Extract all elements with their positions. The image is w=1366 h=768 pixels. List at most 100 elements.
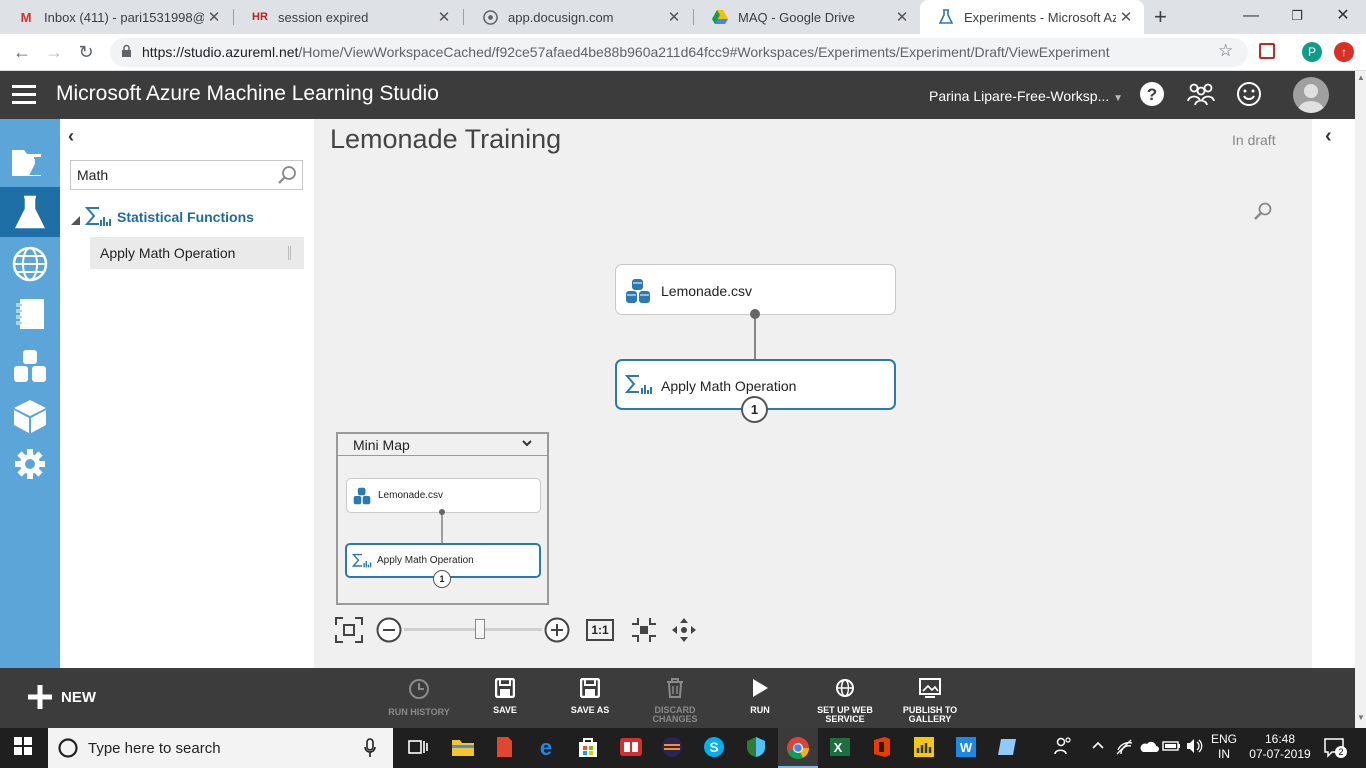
- hamburger-menu-icon[interactable]: [12, 85, 36, 105]
- scroll-up-arrow-icon[interactable]: ▲: [1357, 73, 1365, 82]
- nav-trained-models[interactable]: [0, 391, 60, 441]
- excel-icon[interactable]: X: [829, 736, 853, 760]
- office-icon[interactable]: [871, 736, 895, 760]
- omnibox[interactable]: https://studio.azureml.net/Home/ViewWork…: [110, 38, 1248, 67]
- url-path: /Home/ViewWorkspaceCached/f92ce57afaed4b…: [298, 44, 1110, 60]
- language-indicator[interactable]: ENG IN: [1211, 732, 1237, 762]
- community-icon[interactable]: [1187, 81, 1215, 109]
- actual-size-button[interactable]: 1:1: [586, 619, 614, 641]
- update-icon[interactable]: ↑: [1334, 42, 1354, 62]
- category-statistical-functions[interactable]: Statistical Functions: [70, 205, 310, 229]
- app-red-icon[interactable]: [493, 736, 517, 760]
- powerbi-icon[interactable]: [913, 736, 937, 760]
- system-clock[interactable]: 16:48 07-07-2019: [1248, 732, 1312, 762]
- publish-to-gallery-button[interactable]: PUBLISH TO GALLERY: [890, 678, 970, 724]
- task-view-icon[interactable]: [406, 736, 430, 760]
- tab-google-drive[interactable]: MAQ - Google Drive ✕: [694, 0, 920, 34]
- new-button[interactable]: NEW: [27, 682, 96, 712]
- nav-settings[interactable]: [0, 439, 60, 489]
- output-port-badge[interactable]: 1: [741, 396, 768, 423]
- pan-move-icon[interactable]: [671, 617, 697, 648]
- discard-changes-button[interactable]: DISCARD CHANGES: [635, 678, 715, 724]
- zoom-to-selection-icon[interactable]: [631, 617, 657, 648]
- reload-button[interactable]: ↻: [74, 40, 98, 64]
- eclipse-icon[interactable]: [661, 736, 685, 760]
- expand-triangle-icon[interactable]: [71, 212, 80, 230]
- close-window-button[interactable]: ✕: [1320, 0, 1366, 34]
- tab-session-expired[interactable]: HR session expired ✕: [234, 0, 462, 34]
- chrome-taskbar-item[interactable]: [778, 728, 818, 768]
- zoom-out-icon[interactable]: [376, 617, 402, 648]
- tab-gmail[interactable]: M Inbox (411) - pari1531998@gm ✕: [0, 0, 232, 34]
- help-icon[interactable]: ?: [1139, 81, 1167, 109]
- set-up-web-service-button[interactable]: SET UP WEB SERVICE: [805, 678, 885, 724]
- scroll-down-arrow-icon[interactable]: ▼: [1357, 713, 1365, 722]
- node-lemonade-csv[interactable]: Lemonade.csv: [615, 264, 896, 315]
- zoom-in-icon[interactable]: [544, 617, 570, 648]
- run-history-button[interactable]: RUN HISTORY: [379, 678, 459, 717]
- chevron-down-icon[interactable]: [521, 436, 533, 454]
- tray-expand-chevron-up-icon[interactable]: [1091, 738, 1115, 762]
- close-icon[interactable]: ✕: [664, 8, 684, 26]
- workspace-selector[interactable]: Parina Lipare-Free-Worksp... ▼: [929, 88, 1123, 104]
- tab-experiments[interactable]: Experiments - Microsoft Azure ✕: [920, 0, 1144, 34]
- save-button[interactable]: SAVE: [465, 677, 545, 715]
- expand-properties-chevron-left-icon[interactable]: ‹: [1325, 125, 1332, 148]
- feedback-smiley-icon[interactable]: [1236, 81, 1264, 109]
- reader-book-icon[interactable]: [619, 736, 643, 760]
- fit-to-screen-icon[interactable]: [335, 617, 363, 648]
- notification-count-badge: 2: [1335, 746, 1347, 758]
- user-avatar[interactable]: [1293, 77, 1329, 113]
- people-icon[interactable]: [1053, 736, 1077, 760]
- skype-icon[interactable]: S: [703, 736, 727, 760]
- collapse-palette-chevron-left-icon[interactable]: ‹: [68, 126, 74, 147]
- tab-docusign[interactable]: app.docusign.com ✕: [464, 0, 692, 34]
- extension-icon[interactable]: [1259, 43, 1275, 59]
- save-as-button[interactable]: SAVE AS: [550, 677, 630, 715]
- wifi-icon[interactable]: [1115, 738, 1139, 762]
- nav-notebooks[interactable]: [0, 289, 60, 339]
- mini-map[interactable]: Mini Map Lemonade.csv Apply Math Operati…: [336, 432, 549, 605]
- windows-start-icon[interactable]: [13, 736, 37, 760]
- nav-web-services[interactable]: [0, 239, 60, 289]
- zoom-slider-track[interactable]: [404, 619, 542, 639]
- nav-projects[interactable]: [0, 136, 60, 186]
- restore-button[interactable]: ❐: [1274, 0, 1320, 34]
- microphone-icon[interactable]: [364, 738, 376, 763]
- forward-button[interactable]: →: [42, 40, 66, 64]
- run-button[interactable]: RUN: [720, 678, 800, 715]
- onedrive-cloud-icon[interactable]: [1139, 738, 1163, 762]
- volume-speaker-icon[interactable]: [1185, 738, 1209, 762]
- minimize-button[interactable]: —: [1228, 0, 1274, 34]
- file-explorer-icon[interactable]: [451, 736, 475, 760]
- back-button[interactable]: ←: [10, 40, 34, 64]
- mini-map-header[interactable]: Mini Map: [338, 434, 547, 456]
- nav-datasets[interactable]: [0, 341, 60, 391]
- close-icon[interactable]: ✕: [434, 8, 454, 26]
- search-icon[interactable]: [277, 165, 297, 190]
- edge-browser-icon[interactable]: e: [535, 735, 559, 760]
- close-icon[interactable]: ✕: [1116, 8, 1136, 26]
- profile-avatar[interactable]: P: [1302, 42, 1322, 62]
- store-bag-icon[interactable]: [577, 736, 601, 760]
- taskbar-search-box[interactable]: Type here to search: [48, 728, 393, 768]
- notifications-icon[interactable]: 2: [1323, 736, 1347, 760]
- nav-experiments[interactable]: [0, 187, 60, 237]
- security-shield-icon[interactable]: [745, 736, 769, 760]
- output-port[interactable]: [750, 309, 760, 319]
- statistics-sigma-icon: [624, 374, 653, 401]
- experiment-title[interactable]: Lemonade Training: [330, 124, 561, 155]
- module-apply-math-operation[interactable]: Apply Math Operation: [90, 237, 304, 269]
- module-search-input[interactable]: Math: [70, 160, 303, 190]
- zoom-slider-thumb[interactable]: [474, 619, 485, 639]
- drag-handle-icon[interactable]: [288, 246, 291, 260]
- canvas-search-icon[interactable]: [1253, 201, 1273, 226]
- close-icon[interactable]: ✕: [892, 8, 912, 26]
- notes-app-icon[interactable]: [997, 736, 1021, 760]
- vertical-scrollbar[interactable]: ▲ ▼: [1355, 71, 1366, 728]
- bookmark-star-icon[interactable]: ☆: [1218, 41, 1233, 61]
- close-icon[interactable]: ✕: [204, 8, 224, 26]
- word-app-icon[interactable]: W: [955, 736, 979, 760]
- new-tab-button[interactable]: +: [1154, 4, 1167, 30]
- battery-icon[interactable]: [1162, 738, 1186, 762]
